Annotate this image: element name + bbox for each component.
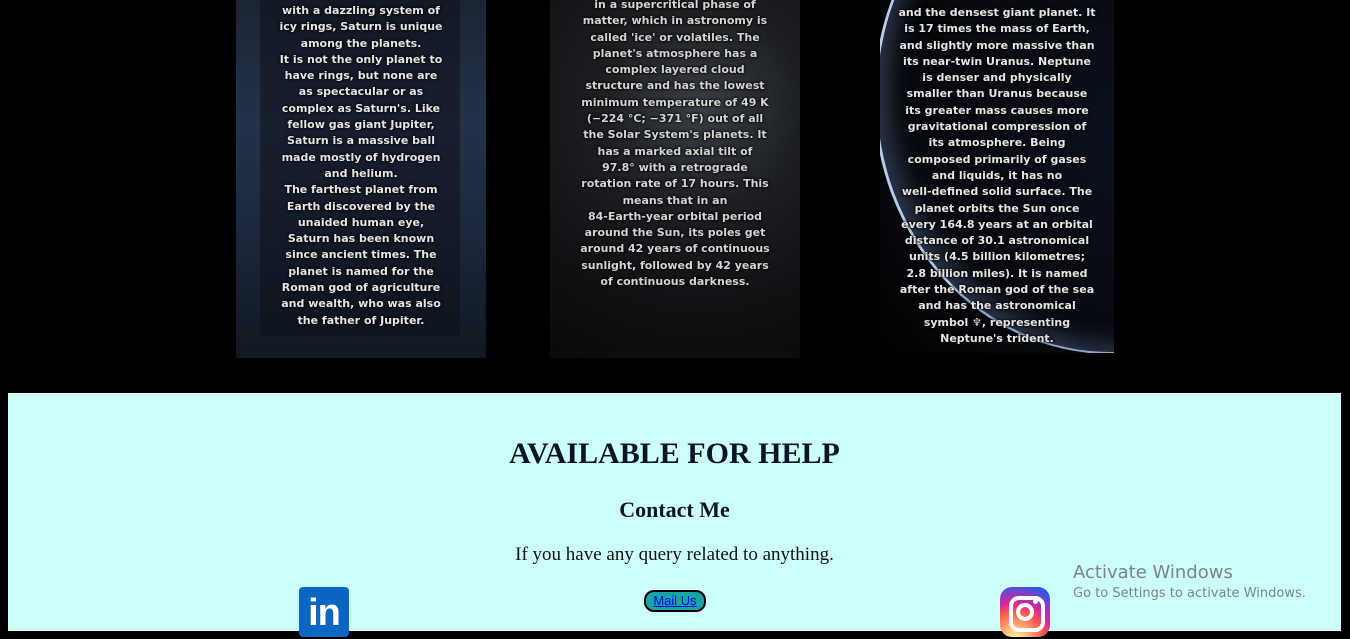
instagram-icon[interactable] [1000, 587, 1050, 637]
linkedin-glyph: in [308, 592, 341, 634]
neptune-card: and the densest giant planet. It is 17 t… [880, 0, 1114, 353]
planet-cards-section: with a dazzling system of icy rings, Sat… [0, 0, 1350, 393]
linkedin-icon[interactable]: in [299, 587, 349, 637]
activate-windows-watermark: Activate Windows Go to Settings to activ… [1073, 562, 1306, 604]
instagram-flash-dot [1033, 599, 1038, 604]
contact-subheading: Contact Me [619, 497, 730, 522]
uranus-description: in a supercritical phase of matter, whic… [580, 0, 770, 289]
instagram-lens [1016, 603, 1034, 621]
uranus-card: in a supercritical phase of matter, whic… [550, 0, 800, 358]
activate-windows-title: Activate Windows [1073, 562, 1233, 583]
activate-windows-subtitle: Go to Settings to activate Windows. [1073, 586, 1306, 601]
mail-us-link[interactable]: Mail Us [653, 593, 696, 608]
saturn-card: with a dazzling system of icy rings, Sat… [236, 0, 486, 358]
mail-us-button[interactable]: Mail Us [644, 590, 706, 612]
neptune-description: and the densest giant planet. It is 17 t… [898, 6, 1096, 345]
contact-heading: AVAILABLE FOR HELP [509, 437, 840, 470]
saturn-description: with a dazzling system of icy rings, Sat… [279, 4, 443, 327]
